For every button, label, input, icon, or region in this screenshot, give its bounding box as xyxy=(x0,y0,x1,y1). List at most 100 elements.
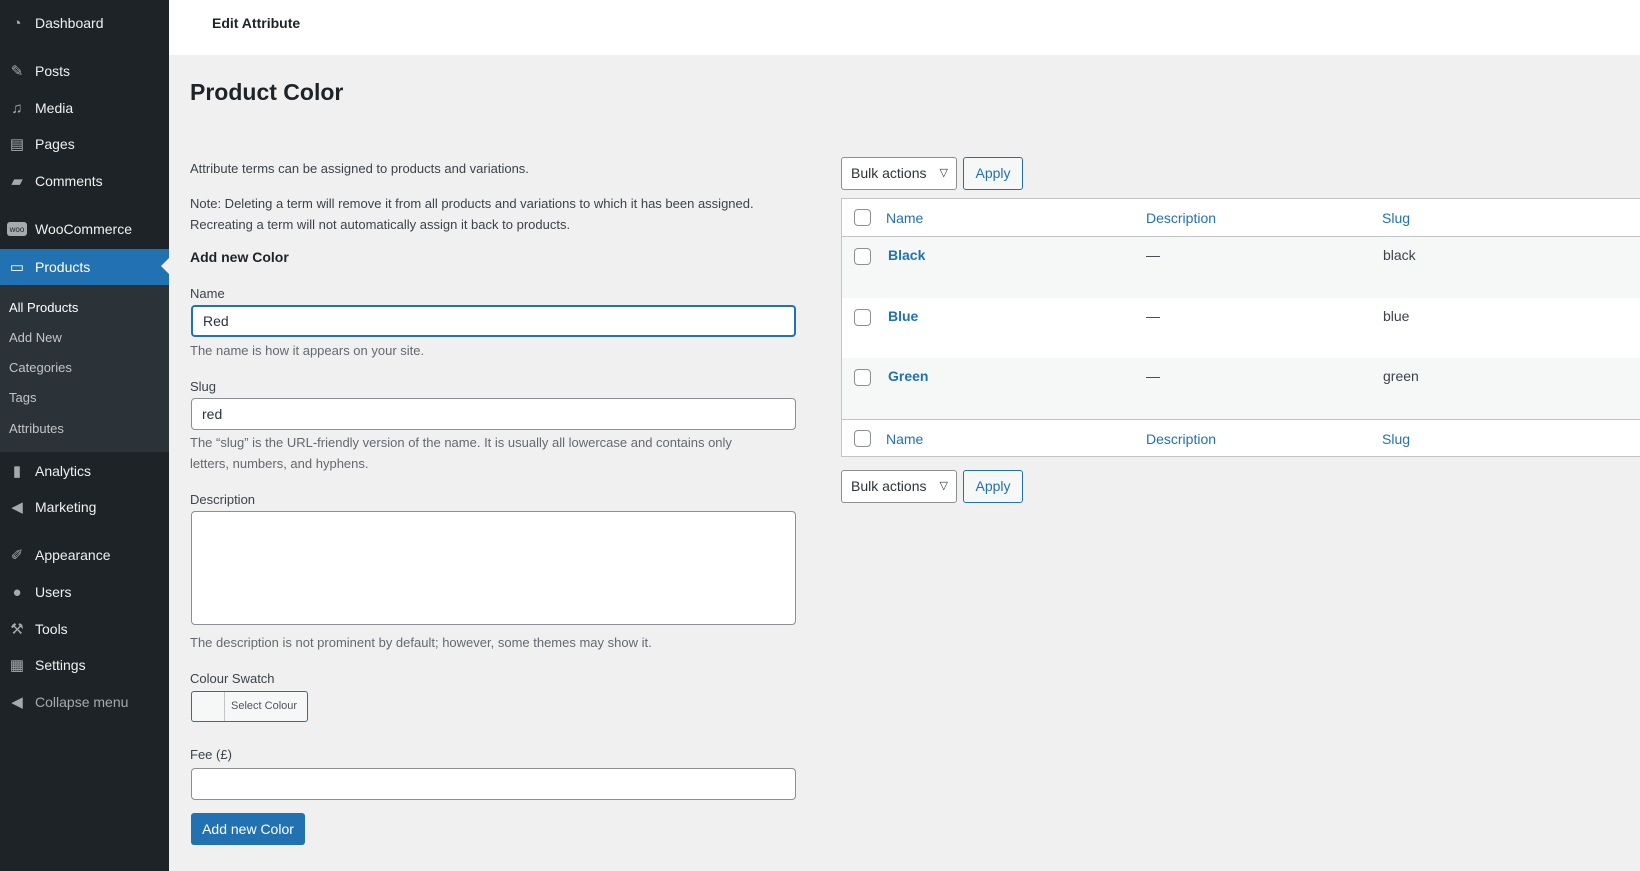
menu-woocommerce[interactable]: woo WooCommerce xyxy=(0,212,169,246)
row-checkbox[interactable] xyxy=(854,369,871,386)
menu-label: Pages xyxy=(35,136,75,152)
dashboard-icon: ◔ xyxy=(12,14,22,32)
menu-dashboard[interactable]: ◔ Dashboard xyxy=(0,6,169,40)
term-name-link[interactable]: Blue xyxy=(888,308,918,324)
apply-button-bottom[interactable]: Apply xyxy=(963,470,1023,503)
woo-icon: woo xyxy=(7,222,27,236)
row-checkbox[interactable] xyxy=(854,248,871,265)
menu-label: Analytics xyxy=(35,463,92,479)
description-label: Description xyxy=(190,492,256,507)
menu-users[interactable]: ● Users xyxy=(0,575,169,609)
bulk-actions-select-bottom[interactable]: Bulk actions ▽ xyxy=(841,470,957,503)
menu-settings[interactable]: ▦ Settings xyxy=(0,648,169,682)
column-slug-footer[interactable]: Slug xyxy=(1382,431,1410,447)
colour-preview xyxy=(192,692,225,721)
user-icon: ● xyxy=(12,583,22,601)
submenu-categories[interactable]: Categories xyxy=(9,360,72,375)
description-textarea[interactable] xyxy=(191,511,796,625)
comment-icon: ▰ xyxy=(11,173,23,190)
menu-label: WooCommerce xyxy=(35,221,132,237)
term-slug: green xyxy=(1383,368,1419,384)
term-description: — xyxy=(1146,247,1160,263)
term-slug: blue xyxy=(1383,308,1410,324)
menu-analytics[interactable]: ▮ Analytics xyxy=(0,454,169,488)
table-row: Black — black xyxy=(842,237,1640,298)
name-input[interactable] xyxy=(191,305,796,337)
column-name-footer[interactable]: Name xyxy=(886,431,923,447)
bulk-actions-select-top[interactable]: Bulk actions ▽ xyxy=(841,157,957,190)
select-all-checkbox-footer[interactable] xyxy=(854,430,871,447)
apply-button-top[interactable]: Apply xyxy=(963,157,1023,190)
bulk-actions-label: Bulk actions xyxy=(851,478,927,494)
fee-label: Fee (£) xyxy=(190,747,232,762)
name-label: Name xyxy=(190,286,225,301)
table-header: Name Description Slug xyxy=(842,199,1640,237)
select-colour-button[interactable]: Select Colour xyxy=(191,691,308,722)
note-line-2: Recreating a term will not automatically… xyxy=(190,217,571,232)
brush-icon: ✐ xyxy=(10,547,24,564)
description-help: The description is not prominent by defa… xyxy=(190,635,652,650)
term-name-link[interactable]: Black xyxy=(888,247,925,263)
menu-label: Marketing xyxy=(35,499,97,515)
header-title: Edit Attribute xyxy=(212,15,301,31)
chevron-down-icon: ▽ xyxy=(939,167,948,179)
submenu-attributes[interactable]: Attributes xyxy=(9,421,64,436)
menu-label: Settings xyxy=(35,657,86,673)
term-description: — xyxy=(1146,308,1160,324)
column-description-footer[interactable]: Description xyxy=(1146,431,1216,447)
menu-label: Appearance xyxy=(35,547,111,563)
row-checkbox[interactable] xyxy=(854,309,871,326)
menu-appearance[interactable]: ✐ Appearance xyxy=(0,538,169,572)
collapse-menu-button[interactable]: ◀ Collapse menu xyxy=(0,685,169,719)
menu-products[interactable]: ▭ Products xyxy=(0,249,169,285)
note-line-1: Note: Deleting a term will remove it fro… xyxy=(190,196,754,211)
table-footer: Name Description Slug xyxy=(842,419,1640,458)
menu-label: Users xyxy=(35,584,72,600)
slug-help-2: letters, numbers, and hyphens. xyxy=(190,456,369,471)
wrench-icon: ⚒ xyxy=(10,621,24,638)
table-row: Green — green xyxy=(842,358,1640,419)
intro-text: Attribute terms can be assigned to produ… xyxy=(190,161,529,176)
menu-media[interactable]: ♫ Media xyxy=(0,91,169,125)
menu-label: Products xyxy=(35,259,91,275)
term-slug: black xyxy=(1383,247,1416,263)
fee-input[interactable] xyxy=(191,768,796,800)
megaphone-icon: ◀ xyxy=(11,499,23,516)
submenu-tags[interactable]: Tags xyxy=(9,390,36,405)
select-all-checkbox[interactable] xyxy=(854,209,871,226)
bulk-actions-label: Bulk actions xyxy=(851,165,927,181)
menu-posts[interactable]: ✎ Posts xyxy=(0,54,169,88)
top-header: Edit Attribute xyxy=(169,0,1640,55)
add-new-color-button[interactable]: Add new Color xyxy=(191,813,305,845)
form-heading: Add new Color xyxy=(190,249,289,265)
column-description[interactable]: Description xyxy=(1146,210,1216,226)
submenu-add-new[interactable]: Add New xyxy=(9,330,62,345)
name-help: The name is how it appears on your site. xyxy=(190,343,425,358)
table-row: Blue — blue xyxy=(842,298,1640,358)
slug-input[interactable] xyxy=(191,398,796,430)
terms-table: Name Description Slug Black — black Blue… xyxy=(841,198,1640,457)
menu-label: Comments xyxy=(35,173,103,189)
term-name-link[interactable]: Green xyxy=(888,368,928,384)
pin-icon: ✎ xyxy=(10,63,24,80)
media-icon: ♫ xyxy=(11,99,23,117)
menu-label: Collapse menu xyxy=(35,694,129,710)
menu-comments[interactable]: ▰ Comments xyxy=(0,164,169,198)
pages-icon: ▤ xyxy=(9,136,25,153)
column-slug[interactable]: Slug xyxy=(1382,210,1410,226)
settings-icon: ▦ xyxy=(9,657,25,674)
colour-swatch-label: Colour Swatch xyxy=(190,671,275,686)
column-name[interactable]: Name xyxy=(886,210,923,226)
slug-label: Slug xyxy=(190,379,217,394)
menu-tools[interactable]: ⚒ Tools xyxy=(0,612,169,646)
bar-chart-icon: ▮ xyxy=(12,463,22,480)
menu-label: Posts xyxy=(35,63,71,79)
menu-pages[interactable]: ▤ Pages xyxy=(0,127,169,161)
admin-sidebar: ◔ Dashboard ✎ Posts ♫ Media ▤ Pages ▰ Comment… xyxy=(0,0,169,871)
collapse-icon: ◀ xyxy=(11,694,23,711)
menu-label: Dashboard xyxy=(35,15,104,31)
submenu-all-products[interactable]: All Products xyxy=(9,300,78,315)
select-colour-label: Select Colour xyxy=(231,700,298,712)
menu-marketing[interactable]: ◀ Marketing xyxy=(0,490,169,524)
menu-label: Media xyxy=(35,100,74,116)
